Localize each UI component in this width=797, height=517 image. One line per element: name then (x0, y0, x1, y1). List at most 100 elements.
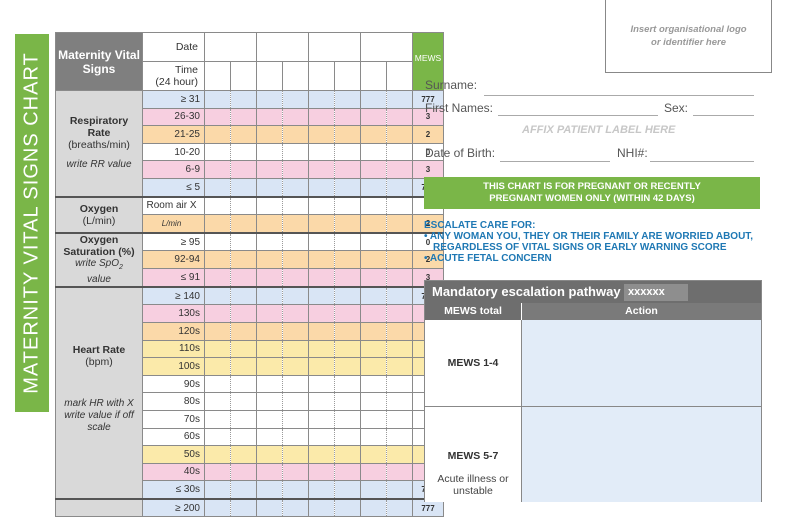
data-entry-cell[interactable] (204, 304, 231, 323)
data-entry-cell[interactable] (256, 125, 283, 144)
data-entry-cell[interactable] (282, 497, 309, 517)
data-entry-cell[interactable] (256, 160, 283, 179)
data-entry-cell[interactable] (360, 497, 387, 517)
data-entry-cell[interactable] (230, 195, 257, 216)
data-entry-cell[interactable] (360, 357, 387, 376)
data-entry-cell[interactable] (282, 480, 309, 500)
time-entry-cell[interactable] (334, 61, 361, 91)
data-entry-cell[interactable] (334, 427, 361, 447)
data-entry-cell[interactable] (230, 374, 257, 394)
data-entry-cell[interactable] (204, 497, 231, 517)
data-entry-cell[interactable] (204, 160, 231, 179)
time-entry-cell[interactable] (204, 61, 231, 91)
data-entry-cell[interactable] (204, 231, 231, 252)
data-entry-cell[interactable] (334, 250, 361, 270)
data-entry-cell[interactable] (256, 374, 283, 394)
data-entry-cell[interactable] (386, 462, 413, 482)
data-entry-cell[interactable] (256, 195, 283, 216)
data-entry-cell[interactable] (334, 285, 361, 306)
data-entry-cell[interactable] (386, 497, 413, 517)
data-entry-cell[interactable] (308, 304, 335, 323)
data-entry-cell[interactable] (308, 427, 335, 447)
data-entry-cell[interactable] (360, 231, 387, 252)
data-entry-cell[interactable] (230, 285, 257, 306)
data-entry-cell[interactable] (360, 409, 387, 429)
data-entry-cell[interactable] (386, 231, 413, 252)
data-entry-cell[interactable] (360, 195, 387, 216)
data-entry-cell[interactable] (386, 268, 413, 288)
time-entry-cell[interactable] (282, 61, 309, 91)
data-entry-cell[interactable] (360, 177, 387, 198)
data-entry-cell[interactable] (308, 268, 335, 288)
data-entry-cell[interactable] (360, 125, 387, 144)
data-entry-cell[interactable] (282, 250, 309, 270)
data-entry-cell[interactable] (386, 445, 413, 464)
data-entry-cell[interactable] (308, 392, 335, 411)
data-entry-cell[interactable] (256, 480, 283, 500)
data-entry-cell[interactable] (256, 321, 283, 341)
data-entry-cell[interactable] (334, 392, 361, 411)
data-entry-cell[interactable] (282, 462, 309, 482)
data-entry-cell[interactable] (282, 231, 309, 252)
data-entry-cell[interactable] (256, 231, 283, 252)
data-entry-cell[interactable] (360, 480, 387, 500)
data-entry-cell[interactable] (334, 497, 361, 517)
data-entry-cell[interactable] (386, 107, 413, 127)
data-entry-cell[interactable] (386, 195, 413, 216)
data-entry-cell[interactable] (334, 177, 361, 198)
date-entry-cell[interactable] (360, 32, 413, 62)
data-entry-cell[interactable] (204, 480, 231, 500)
data-entry-cell[interactable] (282, 107, 309, 127)
data-entry-cell[interactable] (334, 231, 361, 252)
data-entry-cell[interactable] (386, 250, 413, 270)
data-entry-cell[interactable] (256, 497, 283, 517)
data-entry-cell[interactable] (360, 268, 387, 288)
data-entry-cell[interactable] (386, 357, 413, 376)
data-entry-cell[interactable] (360, 321, 387, 341)
data-entry-cell[interactable] (256, 107, 283, 127)
data-entry-cell[interactable] (282, 445, 309, 464)
data-entry-cell[interactable] (256, 177, 283, 198)
data-entry-cell[interactable] (204, 107, 231, 127)
data-entry-cell[interactable] (256, 214, 283, 234)
data-entry-cell[interactable] (360, 142, 387, 162)
data-entry-cell[interactable] (308, 321, 335, 341)
data-entry-cell[interactable] (360, 160, 387, 179)
data-entry-cell[interactable] (386, 90, 413, 109)
data-entry-cell[interactable] (230, 125, 257, 144)
data-entry-cell[interactable] (230, 107, 257, 127)
data-entry-cell[interactable] (230, 142, 257, 162)
data-entry-cell[interactable] (204, 409, 231, 429)
data-entry-cell[interactable] (308, 142, 335, 162)
data-entry-cell[interactable] (360, 250, 387, 270)
data-entry-cell[interactable] (334, 142, 361, 162)
data-entry-cell[interactable] (308, 445, 335, 464)
data-entry-cell[interactable] (386, 214, 413, 234)
data-entry-cell[interactable] (386, 177, 413, 198)
data-entry-cell[interactable] (282, 304, 309, 323)
data-entry-cell[interactable] (230, 250, 257, 270)
data-entry-cell[interactable] (282, 285, 309, 306)
data-entry-cell[interactable] (308, 214, 335, 234)
data-entry-cell[interactable] (386, 374, 413, 394)
data-entry-cell[interactable] (308, 480, 335, 500)
data-entry-cell[interactable] (256, 392, 283, 411)
data-entry-cell[interactable] (204, 195, 231, 216)
data-entry-cell[interactable] (386, 142, 413, 162)
data-entry-cell[interactable] (204, 357, 231, 376)
data-entry-cell[interactable] (204, 374, 231, 394)
data-entry-cell[interactable] (230, 304, 257, 323)
data-entry-cell[interactable] (230, 214, 257, 234)
data-entry-cell[interactable] (308, 357, 335, 376)
data-entry-cell[interactable] (204, 90, 231, 109)
data-entry-cell[interactable] (308, 177, 335, 198)
data-entry-cell[interactable] (386, 480, 413, 500)
data-entry-cell[interactable] (256, 142, 283, 162)
data-entry-cell[interactable] (230, 321, 257, 341)
data-entry-cell[interactable] (256, 285, 283, 306)
time-entry-cell[interactable] (308, 61, 335, 91)
data-entry-cell[interactable] (360, 445, 387, 464)
data-entry-cell[interactable] (230, 357, 257, 376)
data-entry-cell[interactable] (204, 427, 231, 447)
data-entry-cell[interactable] (308, 125, 335, 144)
